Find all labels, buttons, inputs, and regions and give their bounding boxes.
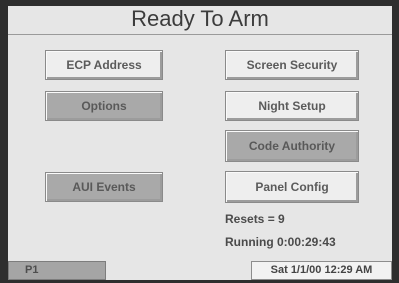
code-authority-label: Code Authority xyxy=(248,139,336,153)
screen-security-label: Screen Security xyxy=(246,58,338,72)
panel-config-button[interactable]: Panel Config xyxy=(225,171,359,203)
night-setup-label: Night Setup xyxy=(258,99,326,113)
panel-config-label: Panel Config xyxy=(255,180,329,194)
night-setup-button[interactable]: Night Setup xyxy=(225,91,359,121)
code-authority-button[interactable]: Code Authority xyxy=(225,130,359,162)
all-events-label: AUI Events xyxy=(72,180,136,194)
ecp-address-label: ECP Address xyxy=(66,58,142,72)
date-time-display: Sat 1/1/00 12:29 AM xyxy=(251,261,392,280)
options-button[interactable]: Options xyxy=(45,91,163,121)
all-events-button[interactable]: AUI Events xyxy=(45,172,163,202)
ecp-address-button[interactable]: ECP Address xyxy=(45,50,163,80)
screen-security-button[interactable]: Screen Security xyxy=(225,50,359,80)
options-label: Options xyxy=(81,99,127,113)
page-title: Ready To Arm xyxy=(131,6,269,31)
device-bezel: Ready To Arm ECP Address Options AUI Eve… xyxy=(0,0,399,283)
running-timer: Running 0:00:29:43 xyxy=(225,235,336,249)
touchscreen: Ready To Arm ECP Address Options AUI Eve… xyxy=(8,6,392,280)
resets-counter: Resets = 9 xyxy=(225,212,285,226)
title-divider xyxy=(8,34,392,35)
page-indicator[interactable]: P1 xyxy=(8,261,106,280)
